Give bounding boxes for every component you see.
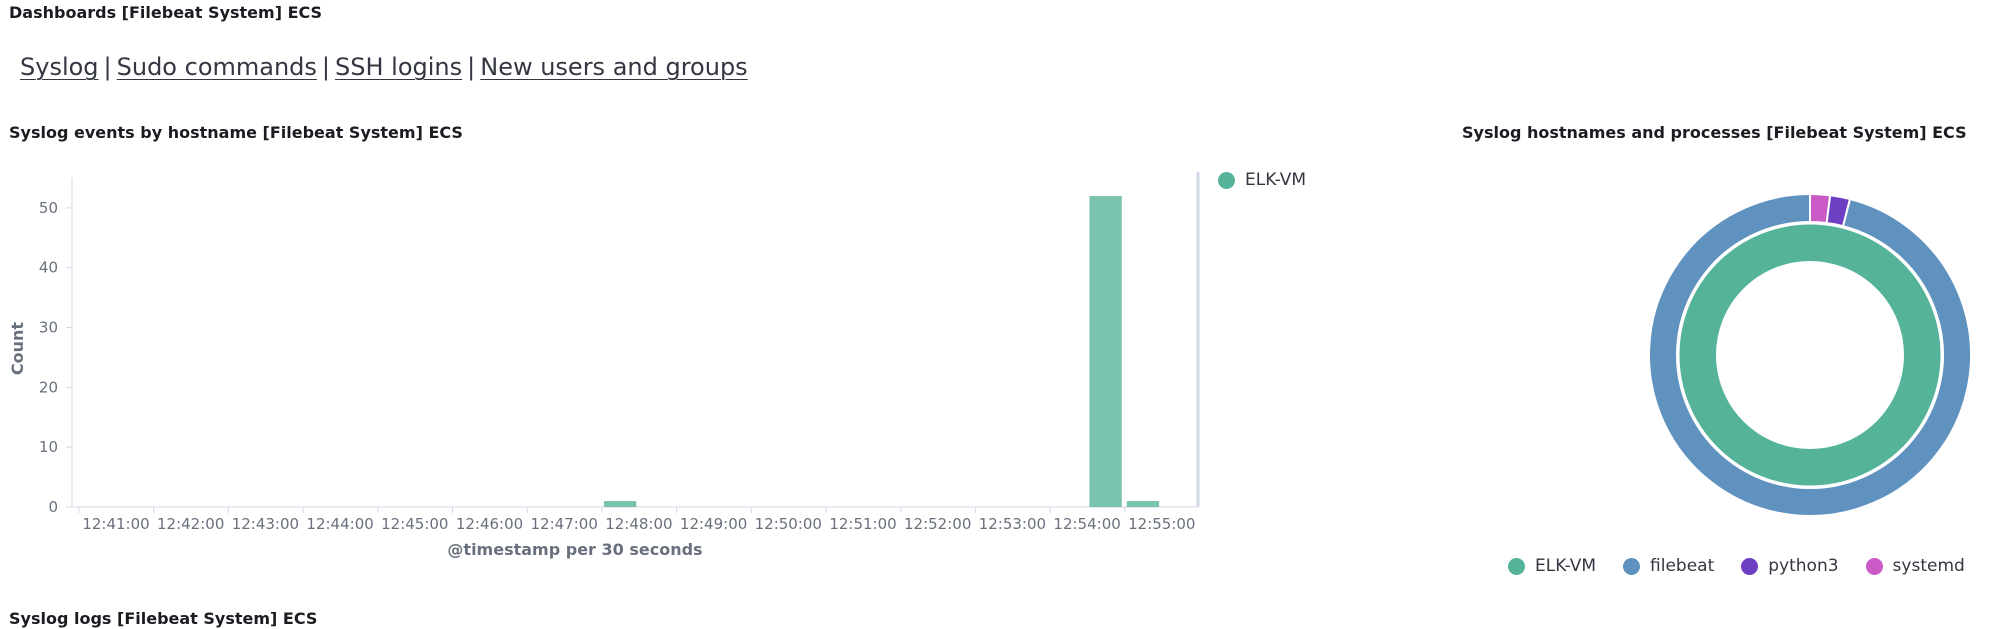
x-tick-label: 12:44:00 <box>306 515 373 533</box>
x-axis-title: @timestamp per 30 seconds <box>447 540 702 559</box>
nav-separator: | <box>103 53 112 81</box>
nav-link-ssh-logins[interactable]: SSH logins <box>335 53 462 81</box>
hostnames-processes-donut-chart[interactable] <box>1645 190 1975 520</box>
x-tick-label: 12:53:00 <box>979 515 1046 533</box>
legend-dot-filebeat <box>1623 557 1641 575</box>
markdown-nav-links: Syslog | Sudo commands | SSH logins | New user… <box>20 53 748 81</box>
y-tick-label: 20 <box>39 378 58 396</box>
x-tick-label: 12:46:00 <box>456 515 523 533</box>
y-tick-label: 50 <box>39 199 58 217</box>
nav-link-syslog[interactable]: Syslog <box>20 53 99 81</box>
legend-dot-elk-vm <box>1508 557 1525 575</box>
x-tick-label: 12:55:00 <box>1128 515 1195 533</box>
panel-title-syslog-hostnames-processes: Syslog hostnames and processes [Filebeat… <box>1462 123 1967 142</box>
nav-link-new-users-and-groups[interactable]: New users and groups <box>480 53 747 81</box>
legend-label-systemd: systemd <box>1892 556 1965 576</box>
panel-title-syslog-events: Syslog events by hostname [Filebeat Syst… <box>9 123 463 142</box>
y-tick-label: 10 <box>39 438 58 456</box>
x-tick-label: 12:49:00 <box>680 515 747 533</box>
x-tick-label: 12:41:00 <box>82 515 149 533</box>
syslog-events-bar-chart[interactable]: 0 10 20 30 40 50 12:41:00 12:42:00 12:43:00 12:44… <box>0 160 1215 580</box>
bar[interactable] <box>603 501 637 507</box>
legend-label-python3: python3 <box>1768 556 1839 576</box>
y-axis-title: Count <box>8 322 27 376</box>
panel-title-syslog-logs: Syslog logs [Filebeat System] ECS <box>9 609 318 628</box>
dashboard-title: Dashboards [Filebeat System] ECS <box>9 3 323 22</box>
x-tick-label: 12:43:00 <box>232 515 299 533</box>
bar[interactable] <box>1089 195 1122 508</box>
nav-link-sudo-commands[interactable]: Sudo commands <box>117 53 317 81</box>
bar[interactable] <box>1126 501 1160 507</box>
donut-slice-elk-vm[interactable] <box>1679 224 1941 486</box>
legend-label-elk-vm[interactable]: ELK-VM <box>1245 170 1306 190</box>
y-tick-label: 40 <box>39 259 58 277</box>
legend-dot-systemd <box>1865 557 1883 575</box>
nav-separator: | <box>321 53 331 81</box>
x-tick-label: 12:52:00 <box>904 515 971 533</box>
x-tick-label: 12:54:00 <box>1053 515 1120 533</box>
legend-item-systemd[interactable]: systemd <box>1865 556 1965 576</box>
x-tick-label: 12:50:00 <box>755 515 822 533</box>
nav-separator: | <box>467 53 476 81</box>
legend-item-python3[interactable]: python3 <box>1741 556 1839 576</box>
x-tick-label: 12:51:00 <box>829 515 896 533</box>
legend-label-elk-vm: ELK-VM <box>1535 556 1597 576</box>
y-tick-label: 0 <box>48 498 58 516</box>
donut-legend: ELK-VM filebeat python3 systemd <box>1508 556 1992 576</box>
legend-label-filebeat: filebeat <box>1650 556 1715 576</box>
ring-separator <box>1676 221 1944 489</box>
legend-dot-elk-vm <box>1218 171 1235 189</box>
legend-dot-python3 <box>1741 557 1759 575</box>
x-tick-label: 12:47:00 <box>531 515 598 533</box>
y-tick-label: 30 <box>39 319 58 337</box>
bar-chart-legend: ELK-VM <box>1218 170 1306 190</box>
x-tick-label: 12:42:00 <box>157 515 224 533</box>
legend-item-elk-vm[interactable]: ELK-VM <box>1508 556 1596 576</box>
legend-item-filebeat[interactable]: filebeat <box>1623 556 1714 576</box>
x-tick-label: 12:48:00 <box>605 515 672 533</box>
x-tick-label: 12:45:00 <box>381 515 448 533</box>
